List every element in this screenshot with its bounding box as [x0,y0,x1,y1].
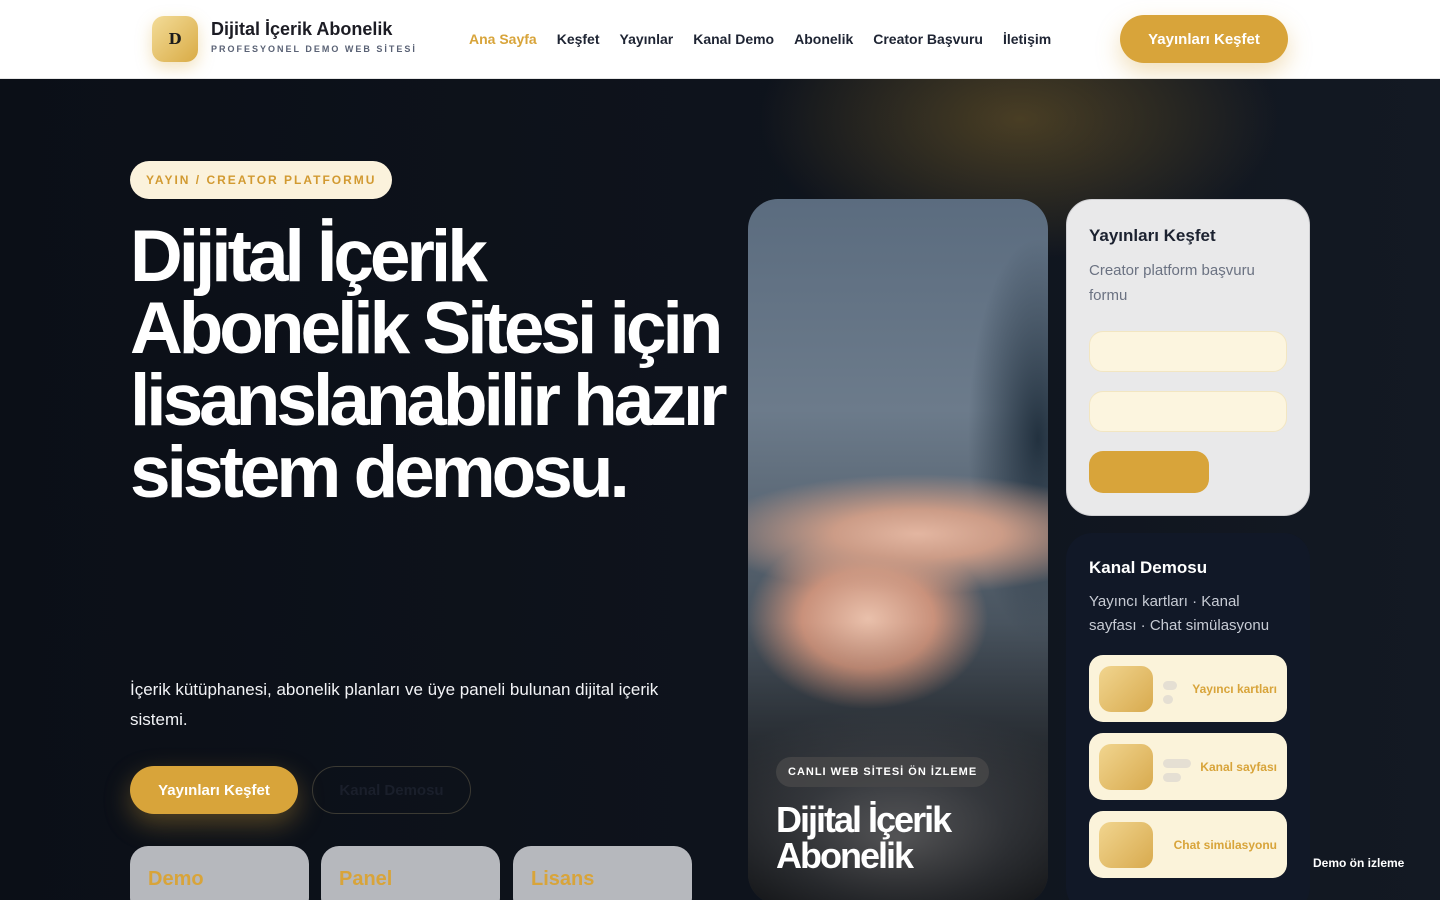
form-input-field[interactable] [1089,331,1287,372]
explore-streams-button[interactable]: Yayınları Keşfet [130,766,298,814]
channel-demo-card: Kanal Demosu Yayıncı kartları · Kanal sa… [1066,533,1310,900]
header-cta-button[interactable]: Yayınları Keşfet [1120,15,1288,63]
mini-card-placeholder-line [1163,681,1177,690]
preview-photo [748,199,1048,900]
site-header: D Dijital İçerik Abonelik PROFESYONEL DE… [0,0,1440,79]
mini-card-streamer-cards[interactable]: Yayıncı kartları [1089,655,1287,722]
mini-card-chat-simulation[interactable]: Chat simülasyonu [1089,811,1287,878]
stat-card-label: Lisans [531,868,595,890]
mini-card-channel-page[interactable]: Kanal sayfası [1089,733,1287,800]
preview-title: Dijital İçerik Abonelik [776,799,952,876]
stat-card-panel: Panel [321,846,500,900]
stat-card-demo: Demo [130,846,309,900]
mini-card-label: Yayıncı kartları [1192,682,1277,696]
form-title: Yayınları Keşfet [1089,226,1216,245]
mini-card-label: Chat simülasyonu [1173,838,1277,852]
live-preview-badge: CANLI WEB SİTESİ ÖN İZLEME [776,757,990,787]
demo-preview-note: Demo ön izleme [1313,856,1405,870]
mini-card-label: Kanal sayfası [1200,760,1277,774]
nav-item-creator-basvuru[interactable]: Creator Başvuru [873,31,983,47]
live-preview-card[interactable]: CANLI WEB SİTESİ ÖN İZLEME Dijital İçeri… [748,199,1048,900]
mini-card-placeholder-line [1163,773,1181,782]
hero-section: YAYIN / CREATOR PLATFORMU Dijital İçerik… [0,79,1440,900]
nav-item-kanal-demo[interactable]: Kanal Demo [693,31,774,47]
logo-icon[interactable]: D [152,16,198,62]
brand-subtitle: PROFESYONEL DEMO WEB SİTESİ [211,44,417,54]
mini-card-placeholder-line [1163,759,1191,768]
nav-item-yayinlar[interactable]: Yayınlar [620,31,674,47]
mini-card-thumbnail [1099,744,1153,790]
form-input-field[interactable] [1089,391,1287,432]
nav-item-ana-sayfa[interactable]: Ana Sayfa [469,31,537,47]
mini-card-thumbnail [1099,822,1153,868]
form-subtitle: Creator platform başvuru formu [1089,262,1255,304]
channel-demo-button[interactable]: Kanal Demosu [312,766,471,814]
brand-title[interactable]: Dijital İçerik Abonelik [211,19,392,40]
channel-card-subtitle: Yayıncı kartları · Kanal sayfası · Chat … [1089,593,1270,634]
stat-card-lisans: Lisans [513,846,692,900]
hero-description: İçerik kütüphanesi, abonelik planları ve… [130,680,659,729]
nav-item-kesfet[interactable]: Keşfet [557,31,600,47]
nav-item-abonelik[interactable]: Abonelik [794,31,853,47]
stat-card-label: Panel [339,868,393,890]
application-form-card: Yayınları Keşfet Creator platform başvur… [1066,199,1310,516]
category-pill: YAYIN / CREATOR PLATFORMU [130,161,393,199]
mini-card-placeholder-line [1163,695,1173,704]
mini-card-thumbnail [1099,666,1153,712]
nav-item-iletisim[interactable]: İletişim [1003,31,1051,47]
form-submit-button[interactable] [1089,451,1209,493]
channel-card-title: Kanal Demosu [1089,558,1208,577]
hero-title: Dijital İçerik Abonelik Sitesi için lisa… [130,216,728,513]
main-nav: Ana Sayfa Keşfet Yayınlar Kanal Demo Abo… [469,31,1051,47]
stat-card-label: Demo [148,868,204,890]
